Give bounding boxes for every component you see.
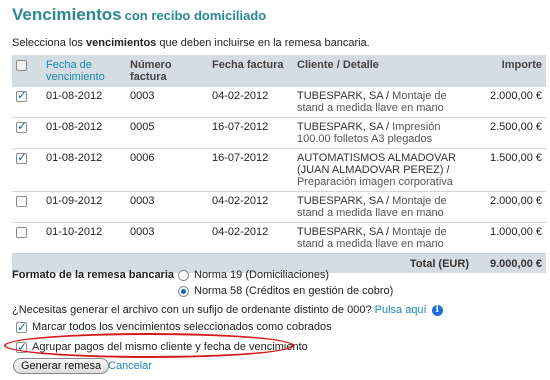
norma58-label: Norma 58 (Créditos en gestión de cobro)	[194, 285, 394, 297]
invoice-number-cell: 0003	[126, 87, 208, 118]
highlight-annotation	[4, 333, 294, 358]
separator: /	[383, 195, 393, 207]
select-all-cell	[12, 55, 42, 87]
suffix-link[interactable]: Pulsa aquí	[375, 304, 427, 316]
mark-paid-option[interactable]: Marcar todos los vencimientos selecciona…	[16, 320, 332, 334]
row-select-cell	[12, 191, 42, 223]
amount-cell: 2.000,00 €	[473, 87, 546, 118]
cancel-link[interactable]: Cancelar	[108, 360, 152, 372]
info-icon[interactable]: i	[431, 304, 443, 316]
separator: /	[383, 121, 393, 133]
row-select-cell	[12, 222, 42, 254]
row-checkbox[interactable]	[16, 195, 27, 207]
separator: /	[383, 90, 393, 102]
client-detail-cell: TUBESPARK, SA / Montaje de stand a medid…	[293, 87, 473, 118]
intro-text: Selecciona los vencimientos que deben in…	[12, 37, 370, 49]
due-date-cell: 01-09-2012	[42, 191, 126, 223]
invoice-date-cell: 16-07-2012	[208, 117, 293, 149]
mark-paid-checkbox[interactable]	[16, 320, 27, 334]
format-label: Formato de la remesa bancaria	[12, 269, 175, 281]
norma19-radio[interactable]	[178, 269, 189, 281]
due-date-cell: 01-08-2012	[42, 87, 126, 118]
client-detail-cell: AUTOMATISMOS ALMADOVAR (JUAN ALMADOVAR P…	[293, 148, 473, 192]
format-option-norma58[interactable]: Norma 58 (Créditos en gestión de cobro)	[178, 285, 393, 297]
client-name: TUBESPARK, SA	[297, 90, 383, 102]
client-detail-cell: TUBESPARK, SA / Montaje de stand a medid…	[293, 191, 473, 223]
row-checkbox[interactable]	[16, 151, 27, 164]
due-date-cell: 01-08-2012	[42, 117, 126, 149]
amount-cell: 2.000,00 €	[473, 191, 546, 223]
row-checkbox[interactable]	[16, 226, 27, 238]
invoice-number-cell: 0003	[126, 191, 208, 223]
format-option-norma19[interactable]: Norma 19 (Domiciliaciones)	[178, 269, 329, 281]
intro-bold: vencimientos	[86, 37, 157, 49]
row-select-cell	[12, 117, 42, 149]
detail-text: Preparación imagen corporativa	[297, 176, 453, 188]
intro-after: que deben incluirse en la remesa bancari…	[156, 37, 370, 49]
invoice-date-cell: 04-02-2012	[208, 222, 293, 254]
client-name: TUBESPARK, SA	[297, 226, 383, 238]
invoice-date-cell: 16-07-2012	[208, 148, 293, 192]
col-due-date[interactable]: Fecha de vencimiento	[42, 55, 126, 87]
invoice-number-cell: 0005	[126, 117, 208, 149]
separator: /	[383, 226, 393, 238]
client-name: AUTOMATISMOS ALMADOVAR (JUAN ALMADOVAR P…	[297, 152, 456, 176]
page-title-main: Vencimientos	[12, 5, 122, 24]
invoice-number-cell: 0006	[126, 148, 208, 192]
col-amount: Importe	[473, 55, 546, 87]
client-name: TUBESPARK, SA	[297, 195, 383, 207]
select-all-checkbox[interactable]	[16, 59, 27, 71]
row-select-cell	[12, 148, 42, 192]
separator: /	[443, 164, 450, 176]
norma58-radio[interactable]	[178, 285, 189, 297]
client-name: TUBESPARK, SA	[297, 121, 383, 133]
client-detail-cell: TUBESPARK, SA / Montaje de stand a medid…	[293, 222, 473, 254]
table-row: 01-10-2012 0003 04-02-2012 TUBESPARK, SA / …	[12, 222, 546, 254]
amount-cell: 1.500,00 €	[473, 148, 546, 192]
invoice-date-cell: 04-02-2012	[208, 191, 293, 223]
col-client-detail: Cliente / Detalle	[293, 55, 473, 87]
row-checkbox[interactable]	[16, 120, 27, 133]
page-title: Vencimientos con recibo domiciliado	[12, 5, 266, 25]
mark-paid-label: Marcar todos los vencimientos selecciona…	[32, 321, 332, 333]
col-invoice-number: Número factura	[126, 55, 208, 87]
row-checkbox[interactable]	[16, 89, 27, 102]
due-dates-table: Fecha de vencimiento Número factura Fech…	[12, 55, 546, 273]
col-invoice-date: Fecha factura	[208, 55, 293, 87]
row-select-cell	[12, 87, 42, 118]
intro-before: Selecciona los	[12, 37, 86, 49]
suffix-question-text: ¿Necesitas generar el archivo con un suf…	[12, 304, 372, 316]
table-row: 01-08-2012000304-02-2012TUBESPARK, SA / …	[12, 87, 546, 118]
page-title-sub: con recibo domiciliado	[124, 8, 267, 23]
amount-cell: 2.500,00 €	[473, 117, 546, 149]
due-date-cell: 01-08-2012	[42, 148, 126, 192]
client-detail-cell: TUBESPARK, SA / Impresión 100.00 folleto…	[293, 117, 473, 149]
generate-remittance-button[interactable]: Generar remesa	[13, 358, 110, 374]
table-row: 01-08-2012000616-07-2012AUTOMATISMOS ALM…	[12, 148, 546, 192]
amount-cell: 1.000,00 €	[473, 222, 546, 254]
table-row: 01-08-2012000516-07-2012TUBESPARK, SA / …	[12, 117, 546, 149]
table-header-row: Fecha de vencimiento Número factura Fech…	[12, 55, 546, 87]
table-row: 01-09-2012 0003 04-02-2012 TUBESPARK, SA / …	[12, 191, 546, 223]
norma19-label: Norma 19 (Domiciliaciones)	[194, 269, 330, 281]
suffix-question: ¿Necesitas generar el archivo con un suf…	[12, 304, 443, 316]
total-value: 9.000,00 €	[473, 253, 546, 273]
due-date-cell: 01-10-2012	[42, 222, 126, 254]
invoice-number-cell: 0003	[126, 222, 208, 254]
invoice-date-cell: 04-02-2012	[208, 87, 293, 118]
